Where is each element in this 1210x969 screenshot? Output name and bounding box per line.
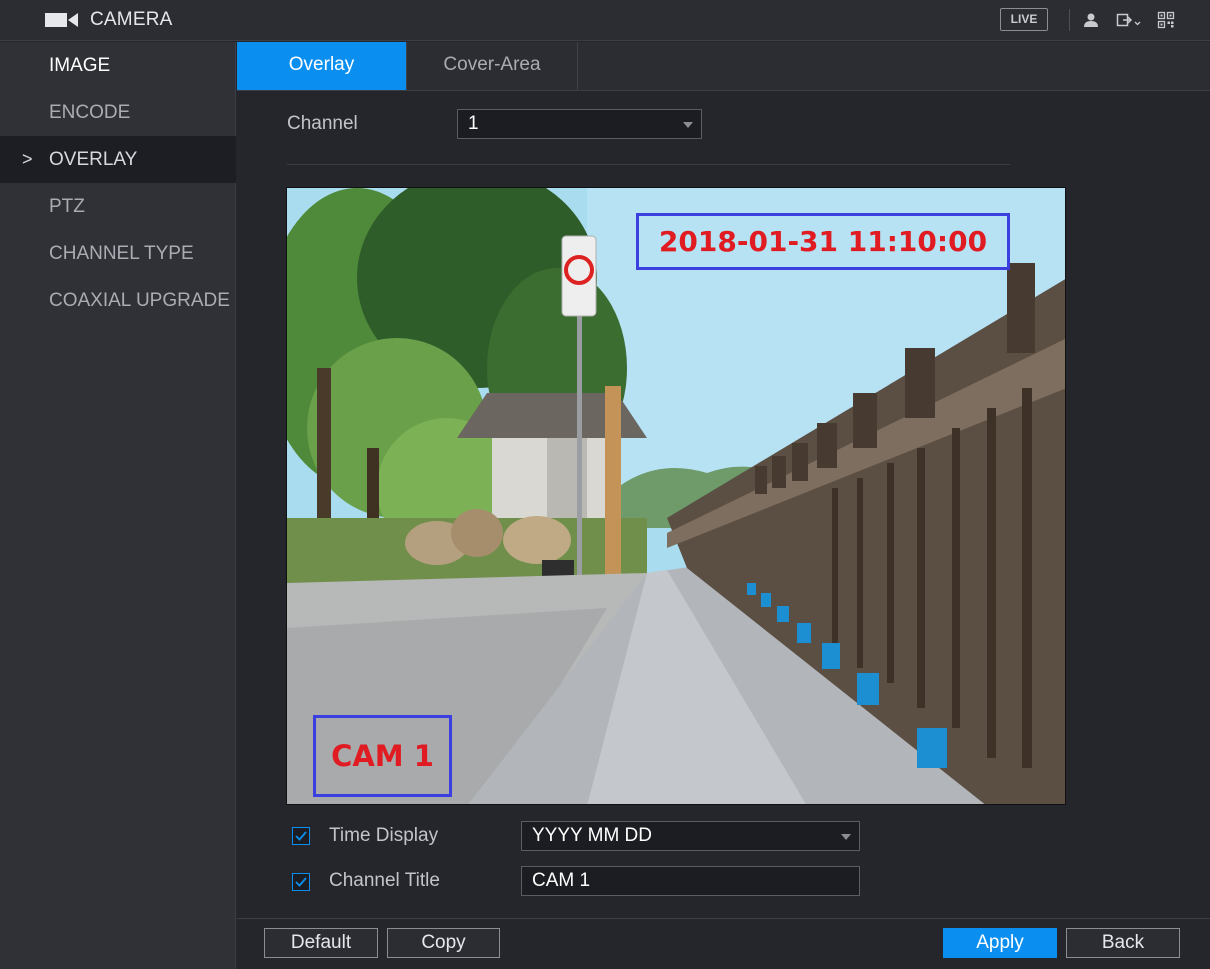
sidebar-item-label: COAXIAL UPGRADE bbox=[49, 290, 230, 311]
sidebar-item-label: PTZ bbox=[49, 196, 85, 217]
channel-title-input[interactable]: CAM 1 bbox=[521, 866, 860, 896]
time-format-select[interactable]: YYYY MM DD bbox=[521, 821, 860, 851]
title-overlay-text: CAM 1 bbox=[331, 739, 434, 773]
channel-select-value: 1 bbox=[468, 113, 479, 134]
time-format-value: YYYY MM DD bbox=[532, 825, 653, 846]
sidebar-item-channel-type[interactable]: CHANNEL TYPE bbox=[0, 230, 236, 277]
channel-select[interactable]: 1 bbox=[457, 109, 702, 139]
section-divider bbox=[287, 164, 1010, 165]
tab-overlay[interactable]: Overlay bbox=[237, 42, 407, 90]
time-overlay-region[interactable]: 2018-01-31 11:10:00 bbox=[636, 213, 1010, 270]
time-overlay-text: 2018-01-31 11:10:00 bbox=[658, 225, 988, 258]
channel-label: Channel bbox=[287, 113, 358, 134]
logout-icon[interactable] bbox=[1116, 11, 1142, 29]
chevron-down-icon bbox=[683, 122, 693, 128]
apply-button[interactable]: Apply bbox=[943, 928, 1057, 958]
tab-bar: Overlay Cover-Area bbox=[237, 42, 1210, 91]
channel-title-label: Channel Title bbox=[329, 870, 440, 891]
video-preview[interactable]: 2018-01-31 11:10:00 CAM 1 bbox=[286, 187, 1066, 805]
sidebar-item-coaxial-upgrade[interactable]: COAXIAL UPGRADE bbox=[0, 277, 236, 324]
header-divider bbox=[1069, 9, 1070, 31]
tab-cover-area[interactable]: Cover-Area bbox=[407, 42, 578, 90]
sidebar-item-image[interactable]: IMAGE bbox=[0, 42, 236, 89]
sidebar-item-ptz[interactable]: PTZ bbox=[0, 183, 236, 230]
preview-scene-image bbox=[287, 188, 1065, 804]
chevron-down-icon bbox=[841, 834, 851, 840]
user-icon[interactable] bbox=[1082, 11, 1100, 29]
footer-divider bbox=[237, 918, 1210, 919]
sidebar: IMAGE ENCODE > OVERLAY PTZ CHANNEL TYPE … bbox=[0, 42, 236, 969]
page-title: CAMERA bbox=[90, 9, 173, 30]
back-button[interactable]: Back bbox=[1066, 928, 1180, 958]
top-bar: CAMERA LIVE bbox=[0, 0, 1210, 41]
sidebar-item-label: ENCODE bbox=[49, 102, 131, 123]
default-button[interactable]: Default bbox=[264, 928, 378, 958]
sidebar-item-label: IMAGE bbox=[49, 55, 111, 76]
time-display-checkbox[interactable] bbox=[292, 827, 310, 845]
checkmark-icon bbox=[295, 831, 307, 841]
channel-title-checkbox[interactable] bbox=[292, 873, 310, 891]
copy-button[interactable]: Copy bbox=[387, 928, 500, 958]
sidebar-item-label: OVERLAY bbox=[49, 149, 138, 170]
time-display-label: Time Display bbox=[329, 825, 439, 846]
live-button[interactable]: LIVE bbox=[1000, 8, 1048, 31]
video-camera-icon bbox=[45, 12, 79, 28]
chevron-right-icon: > bbox=[22, 149, 33, 169]
sidebar-item-overlay[interactable]: > OVERLAY bbox=[0, 136, 236, 183]
title-overlay-region[interactable]: CAM 1 bbox=[313, 715, 452, 797]
checkmark-icon bbox=[295, 877, 307, 887]
sidebar-item-label: CHANNEL TYPE bbox=[49, 243, 194, 264]
qr-code-icon[interactable] bbox=[1157, 11, 1175, 29]
sidebar-item-encode[interactable]: ENCODE bbox=[0, 89, 236, 136]
